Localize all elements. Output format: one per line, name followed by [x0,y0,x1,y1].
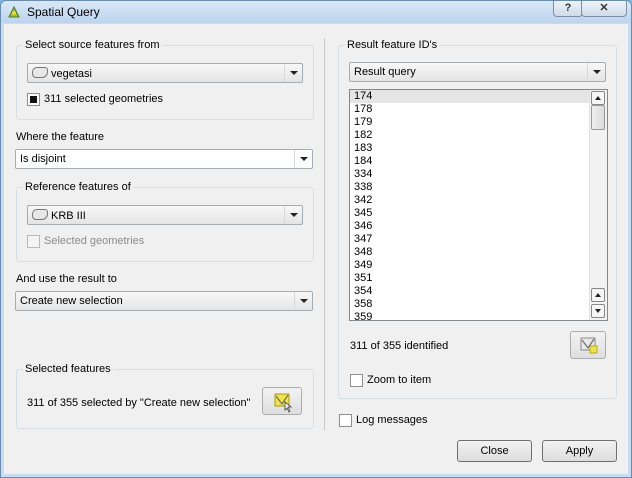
result-use-label: And use the result to [16,273,117,285]
window-close-button[interactable]: ✕ [581,1,627,17]
list-item[interactable]: 349 [350,259,607,272]
predicate-combo[interactable]: Is disjoint [15,149,313,169]
where-label: Where the feature [16,131,105,143]
list-item[interactable]: 178 [350,103,607,116]
list-item[interactable]: 354 [350,285,607,298]
predicate-value: Is disjoint [20,153,66,165]
chevron-down-icon[interactable] [587,63,605,81]
list-scrollbar[interactable] [589,90,607,320]
list-item[interactable]: 183 [350,142,607,155]
zoom-to-item-checkbox[interactable] [350,374,363,387]
result-use-combo[interactable]: Create new selection [15,291,313,311]
reference-group-title: Reference features of [23,181,133,193]
chevron-down-icon[interactable] [294,150,312,168]
close-button[interactable]: Close [457,440,532,462]
result-query-combo[interactable]: Result query [349,62,606,82]
apply-button[interactable]: Apply [542,440,617,462]
scroll-thumb[interactable] [591,105,605,130]
list-item[interactable]: 179 [350,116,607,129]
spatial-query-dialog: Spatial Query ? ✕ Select source features… [0,0,632,478]
select-features-button[interactable] [262,387,302,415]
reference-layer-value: KRB III [51,210,86,222]
chevron-down-icon[interactable] [294,292,312,310]
scroll-down-icon[interactable] [591,304,605,318]
dialog-body: Select source features from vegetasi 311… [4,24,628,474]
identified-count: 311 of 355 identified [350,340,449,352]
list-item[interactable]: 346 [350,220,607,233]
reference-selected-checkbox[interactable] [27,235,40,248]
scroll-up-icon[interactable] [591,288,605,302]
source-selected-label: 311 selected geometries [44,93,164,105]
chevron-down-icon[interactable] [284,64,302,82]
list-item[interactable]: 358 [350,298,607,311]
window-title: Spatial Query [27,5,100,19]
zoom-selection-button[interactable] [570,331,606,359]
list-item[interactable]: 351 [350,272,607,285]
title-bar: Spatial Query ? ✕ [1,1,631,23]
list-item[interactable]: 338 [350,181,607,194]
source-layer-combo[interactable]: vegetasi [27,63,303,83]
list-item[interactable]: 184 [350,155,607,168]
selected-features-group: Selected features 311 of 355 selected by… [16,363,314,429]
list-item[interactable]: 345 [350,207,607,220]
help-button[interactable]: ? [553,1,583,17]
source-selected-checkbox[interactable] [27,93,40,106]
reference-layer-combo[interactable]: KRB III [27,205,303,225]
polygon-layer-icon [32,67,48,78]
selected-summary: 311 of 355 selected by "Create new selec… [27,397,251,409]
result-group-title: Result feature ID's [345,39,440,51]
result-id-rows: 174 178 179 182 183 184 334 338 342 345 346 347 348 3… [350,90,607,320]
select-features-icon [580,337,598,354]
log-messages-label: Log messages [356,414,428,426]
list-item[interactable]: 174 [350,90,607,103]
scroll-up-icon[interactable] [591,91,605,105]
list-item[interactable]: 347 [350,233,607,246]
result-query-value: Result query [354,66,416,78]
list-item[interactable]: 342 [350,194,607,207]
source-features-group: Select source features from vegetasi 311… [16,39,314,120]
log-messages-checkbox[interactable] [339,414,352,427]
source-layer-value: vegetasi [51,68,92,80]
panel-divider [324,38,325,430]
zoom-to-item-label: Zoom to item [367,374,432,386]
list-item[interactable]: 182 [350,129,607,142]
result-use-value: Create new selection [20,295,123,307]
selected-features-title: Selected features [23,363,113,375]
list-item[interactable]: 359 [350,311,607,320]
reference-selected-label: Selected geometries [44,235,145,247]
chevron-down-icon[interactable] [284,206,302,224]
qgis-icon [8,5,20,18]
polygon-layer-icon [32,209,48,220]
select-features-icon [274,393,293,413]
result-id-list[interactable]: 174 178 179 182 183 184 334 338 342 345 346 347 348 3… [349,89,608,321]
source-group-title: Select source features from [23,39,162,51]
list-item[interactable]: 334 [350,168,607,181]
reference-features-group: Reference features of KRB III Selected g… [16,181,314,262]
list-item[interactable]: 348 [350,246,607,259]
